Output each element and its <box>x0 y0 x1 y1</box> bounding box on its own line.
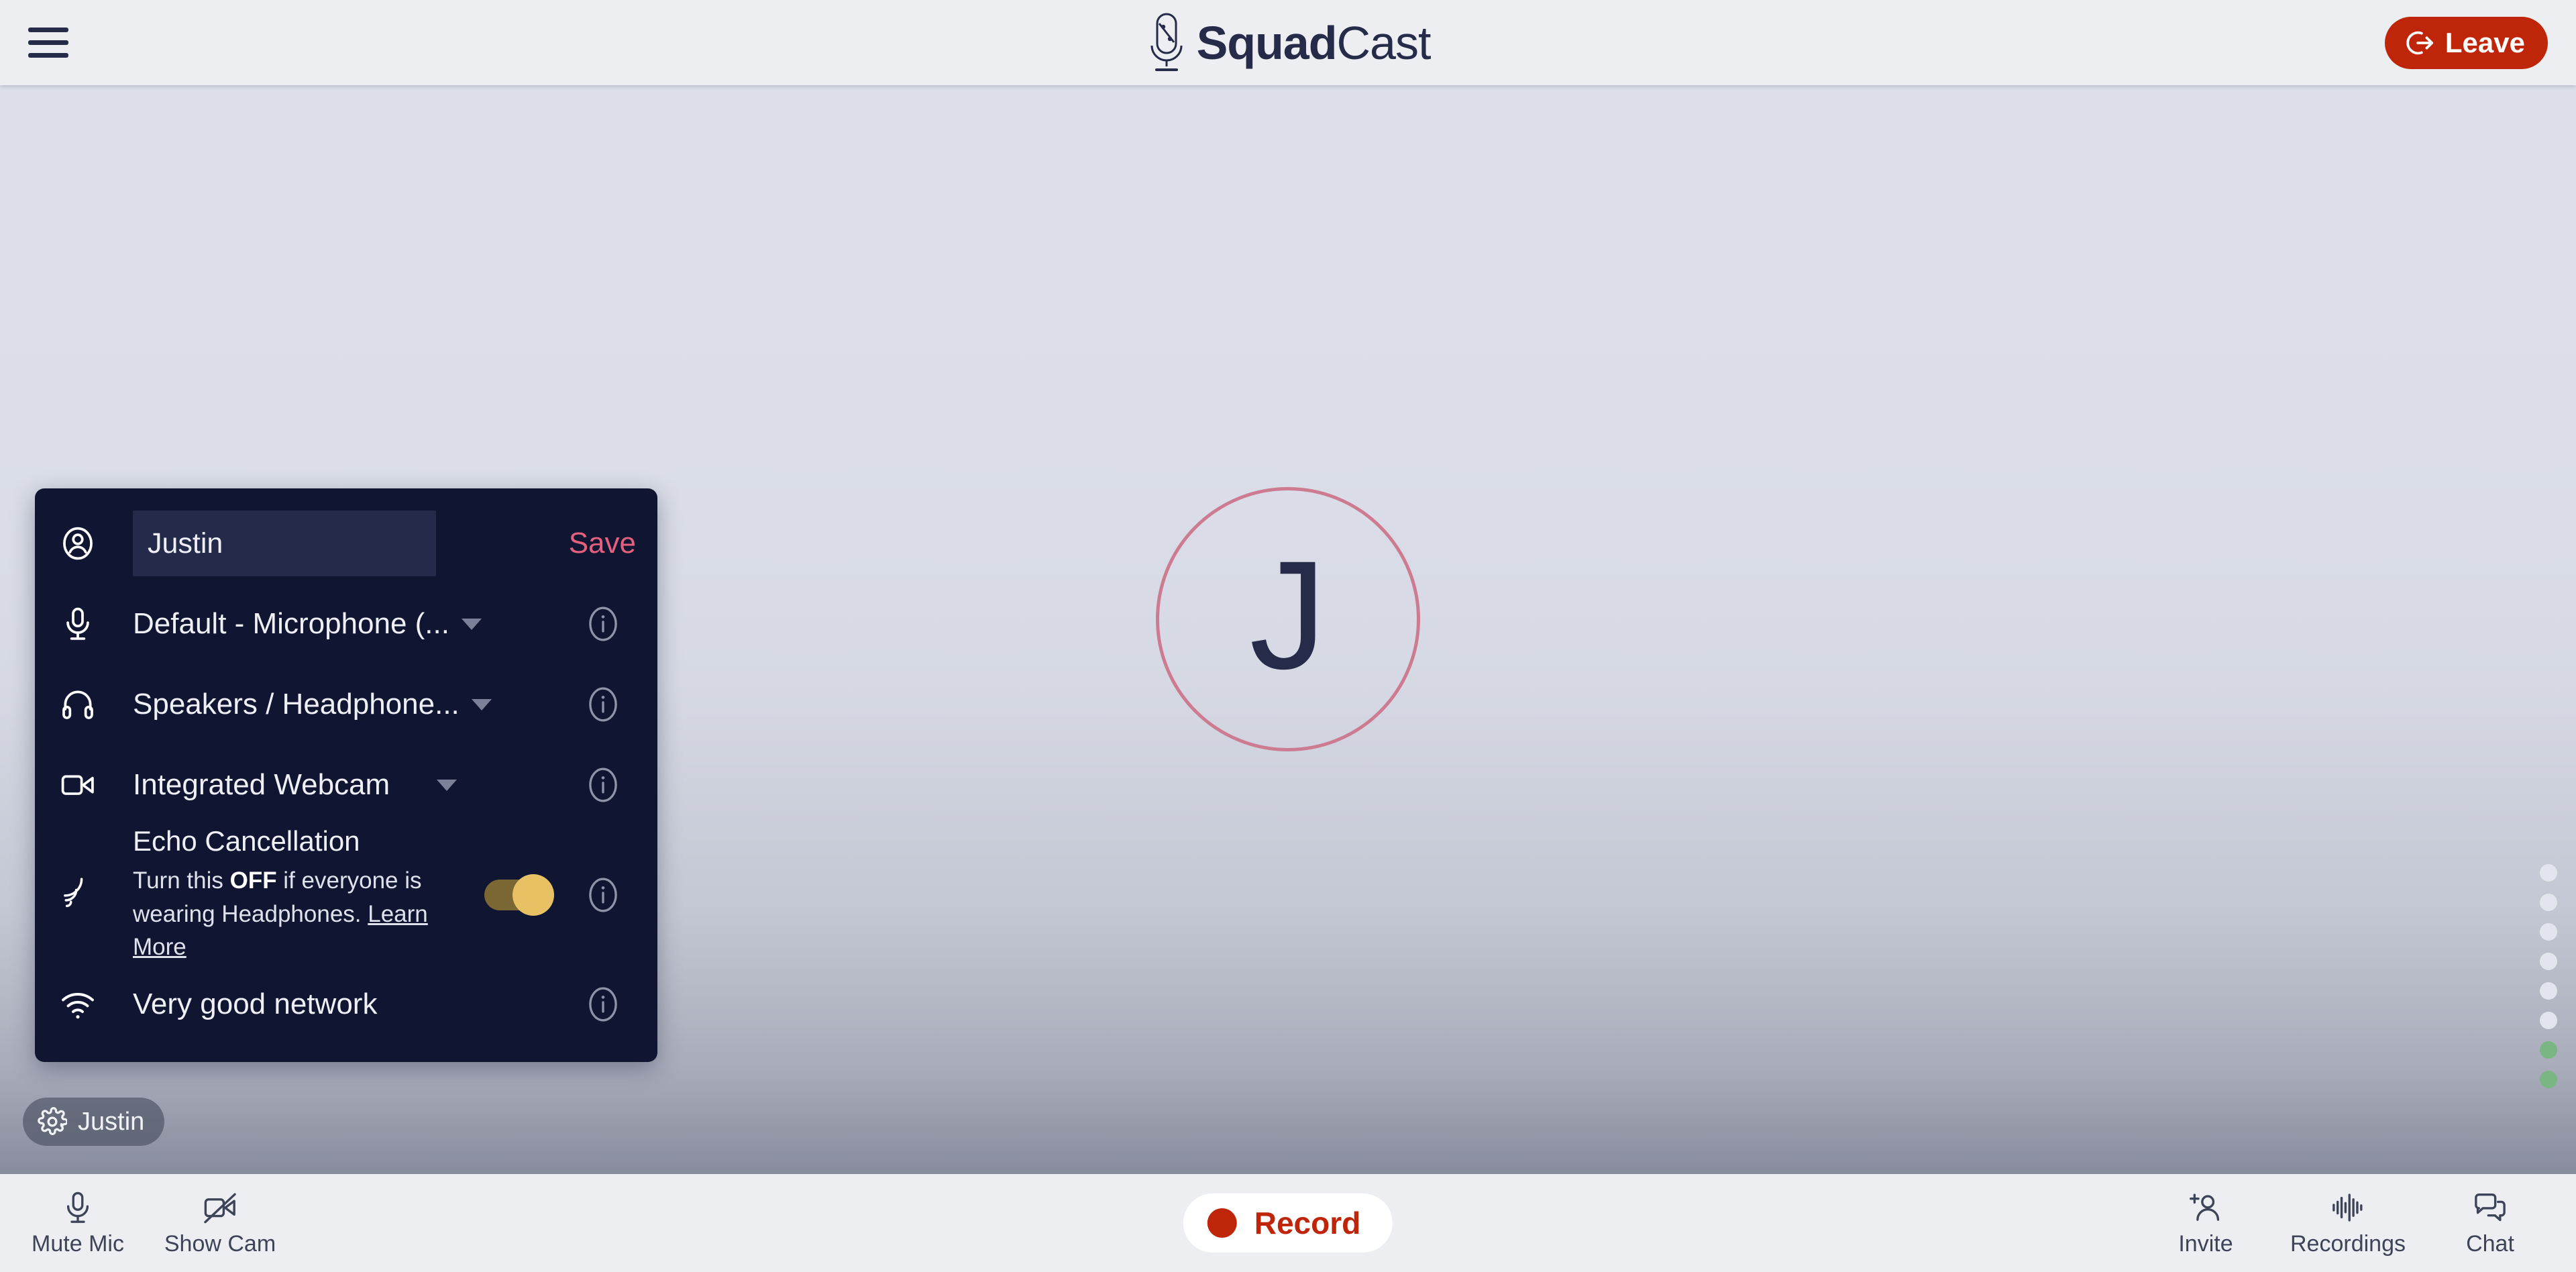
echo-info-button[interactable] <box>566 874 640 916</box>
headphones-icon <box>59 686 133 723</box>
meter-dot <box>2540 923 2557 941</box>
microphone-select-value: Default - Microphone (... <box>133 607 449 640</box>
meter-dot <box>2540 982 2557 1000</box>
chat-button[interactable]: Chat <box>2419 1189 2561 1257</box>
settings-row-camera: Integrated Webcam <box>35 745 657 825</box>
chevron-down-icon <box>461 618 482 630</box>
settings-panel: Save Default - Microphone (... <box>35 488 657 1063</box>
settings-row-name: Save <box>35 503 657 584</box>
toggle-knob <box>513 873 554 916</box>
microphone-row-main: Default - Microphone (... <box>133 607 566 641</box>
microphone-info-button[interactable] <box>566 603 640 645</box>
user-circle-icon <box>59 525 133 562</box>
squadcast-logo: SquadCast <box>1146 12 1431 74</box>
microphone-icon <box>59 605 133 643</box>
record-button[interactable]: Record <box>1183 1194 1393 1253</box>
audio-level-meter <box>2540 864 2557 1088</box>
mute-mic-button[interactable]: Mute Mic <box>7 1189 149 1257</box>
echo-title: Echo Cancellation <box>133 825 360 857</box>
gear-icon <box>38 1107 67 1136</box>
squadcast-app: SquadCast Leave J Justin Justin Save Def… <box>0 0 2576 1272</box>
participant-name-chip[interactable]: Justin <box>23 1098 165 1146</box>
mute-mic-label: Mute Mic <box>32 1230 124 1257</box>
add-person-icon <box>2188 1189 2224 1226</box>
chevron-down-icon <box>437 779 458 791</box>
show-cam-label: Show Cam <box>164 1230 276 1257</box>
network-status-label: Very good network <box>133 988 378 1021</box>
speaker-info-button[interactable] <box>566 684 640 725</box>
speaker-select[interactable]: Speakers / Headphone... <box>133 688 566 721</box>
bottom-toolbar-right: Invite Recordings Chat <box>2135 1189 2576 1257</box>
speaker-select-value: Speakers / Headphone... <box>133 688 460 721</box>
chat-label: Chat <box>2466 1230 2514 1257</box>
waveform-icon <box>2330 1189 2366 1226</box>
settings-row-speaker: Speakers / Headphone... <box>35 664 657 745</box>
camera-select-value: Integrated Webcam <box>133 768 390 801</box>
speaker-row-main: Speakers / Headphone... <box>133 688 566 721</box>
save-name-button[interactable]: Save <box>569 527 640 560</box>
meter-dot-active <box>2540 1071 2557 1088</box>
video-camera-icon <box>59 766 133 804</box>
microphone-select[interactable]: Default - Microphone (... <box>133 607 566 641</box>
record-dot-icon <box>1207 1208 1237 1238</box>
invite-label: Invite <box>2178 1230 2233 1257</box>
hamburger-bar <box>28 40 68 45</box>
logo-text-light: Cast <box>1336 16 1431 69</box>
echo-desc-off: OFF <box>229 867 277 894</box>
video-camera-off-icon <box>202 1189 238 1226</box>
avatar: J <box>1156 486 1420 751</box>
info-circle-icon <box>582 984 624 1025</box>
invite-button[interactable]: Invite <box>2135 1189 2277 1257</box>
microphone-icon <box>60 1189 96 1226</box>
settings-row-network: Very good network <box>35 964 657 1045</box>
bottom-toolbar: Mute Mic Show Cam Record Invite Recordin… <box>0 1174 2576 1272</box>
name-row-main: Save <box>133 511 640 576</box>
network-row-main: Very good network <box>133 988 566 1021</box>
echo-cancellation-toggle[interactable] <box>484 873 554 916</box>
info-circle-icon <box>582 764 624 806</box>
info-circle-icon <box>582 684 624 725</box>
network-info-button[interactable] <box>566 984 640 1025</box>
logout-arrow-icon <box>2404 28 2434 58</box>
chevron-down-icon <box>471 698 492 710</box>
chat-bubbles-icon <box>2472 1189 2508 1226</box>
settings-row-echo-cancellation: Echo Cancellation Turn this OFF if every… <box>35 825 657 964</box>
info-circle-icon <box>582 874 624 916</box>
meter-dot-active <box>2540 1041 2557 1059</box>
squadcast-microphone-logo-icon <box>1146 12 1187 74</box>
recordings-button[interactable]: Recordings <box>2277 1189 2419 1257</box>
wifi-icon <box>59 986 133 1023</box>
meter-dot <box>2540 1012 2557 1029</box>
logo-text-bold: Squad <box>1196 16 1338 69</box>
meter-dot <box>2540 894 2557 911</box>
bottom-toolbar-left: Mute Mic Show Cam <box>0 1189 291 1257</box>
info-circle-icon <box>582 603 624 645</box>
leave-button[interactable]: Leave <box>2384 16 2548 69</box>
camera-row-main: Integrated Webcam <box>133 768 566 802</box>
recordings-label: Recordings <box>2290 1230 2406 1257</box>
camera-info-button[interactable] <box>566 764 640 806</box>
participant-name-chip-label: Justin <box>78 1107 145 1136</box>
settings-row-microphone: Default - Microphone (... <box>35 584 657 664</box>
app-header: SquadCast Leave <box>0 0 2576 85</box>
record-button-label: Record <box>1254 1206 1361 1240</box>
echo-text-block: Echo Cancellation Turn this OFF if every… <box>133 825 478 964</box>
echo-waves-icon <box>59 876 133 914</box>
logo-text: SquadCast <box>1196 16 1432 69</box>
hamburger-bar <box>28 53 68 58</box>
echo-desc-before: Turn this <box>133 867 230 894</box>
leave-button-label: Leave <box>2445 26 2525 58</box>
record-button-wrapper: Record <box>1183 1194 1393 1253</box>
camera-select[interactable]: Integrated Webcam <box>133 768 566 802</box>
echo-description: Turn this OFF if everyone is wearing Hea… <box>133 864 441 964</box>
meter-dot <box>2540 864 2557 882</box>
hamburger-menu-icon[interactable] <box>28 27 70 59</box>
avatar-initial: J <box>1249 528 1327 701</box>
video-stage: J Justin Justin Save Default - Microphon… <box>0 85 2576 1174</box>
show-cam-button[interactable]: Show Cam <box>149 1189 291 1257</box>
display-name-input[interactable] <box>133 511 436 576</box>
meter-dot <box>2540 953 2557 970</box>
hamburger-bar <box>28 28 68 32</box>
